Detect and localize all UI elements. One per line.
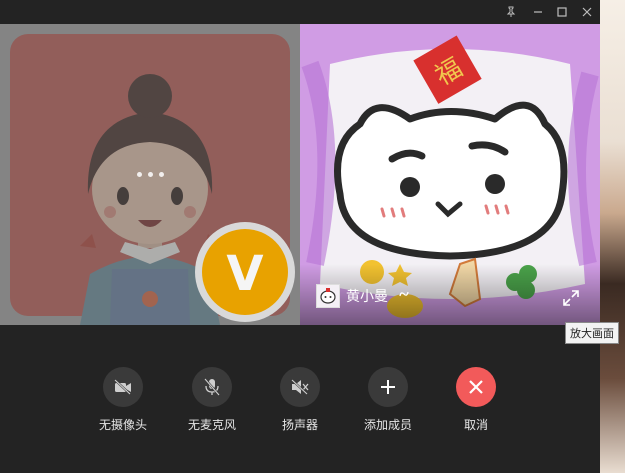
v-badge-letter: V	[226, 246, 263, 302]
camera-off-icon	[103, 367, 143, 407]
add-member-button[interactable]: 添加成员	[348, 367, 428, 433]
loading-indicator	[137, 172, 164, 177]
x-icon	[456, 367, 496, 407]
maximize-icon[interactable]	[554, 4, 570, 20]
minimize-icon[interactable]	[530, 4, 546, 20]
speaker-button[interactable]: 扬声器	[260, 367, 340, 433]
add-member-label: 添加成员	[363, 418, 412, 432]
cancel-label: 取消	[463, 418, 488, 432]
self-video-tile[interactable]: V	[0, 24, 300, 325]
participant-name: 黄小曼	[346, 289, 388, 305]
video-call-window: V 福 黄小曼 放大画面 无摄像头 无麦克风 扬声器 添加成员 取消	[0, 0, 619, 473]
participant-avatar-thumb	[316, 284, 340, 308]
mic-off-icon	[192, 367, 232, 407]
speaker-label: 扬声器	[281, 418, 318, 432]
camera-button[interactable]: 无摄像头	[83, 367, 163, 433]
call-controls: 无摄像头 无麦克风 扬声器 添加成员 取消	[0, 355, 600, 455]
title-bar	[0, 0, 600, 24]
mic-button[interactable]: 无麦克风	[172, 367, 252, 433]
camera-label: 无摄像头	[98, 418, 147, 432]
plus-icon	[368, 367, 408, 407]
cancel-button[interactable]: 取消	[436, 367, 516, 433]
remote-video-tile[interactable]: 福	[300, 24, 600, 325]
expand-icon[interactable]	[562, 289, 580, 307]
close-icon[interactable]	[579, 4, 595, 20]
mic-muted-icon	[398, 288, 410, 304]
expand-tooltip: 放大画面	[565, 322, 619, 344]
pin-icon[interactable]	[503, 4, 519, 20]
mic-label: 无麦克风	[187, 418, 236, 432]
participant-name-tag: 黄小曼	[316, 284, 410, 308]
cat-drawing-avatar: 福	[300, 24, 600, 325]
speaker-muted-icon	[280, 367, 320, 407]
video-area: V 福	[0, 24, 600, 325]
desktop-background	[600, 0, 625, 473]
